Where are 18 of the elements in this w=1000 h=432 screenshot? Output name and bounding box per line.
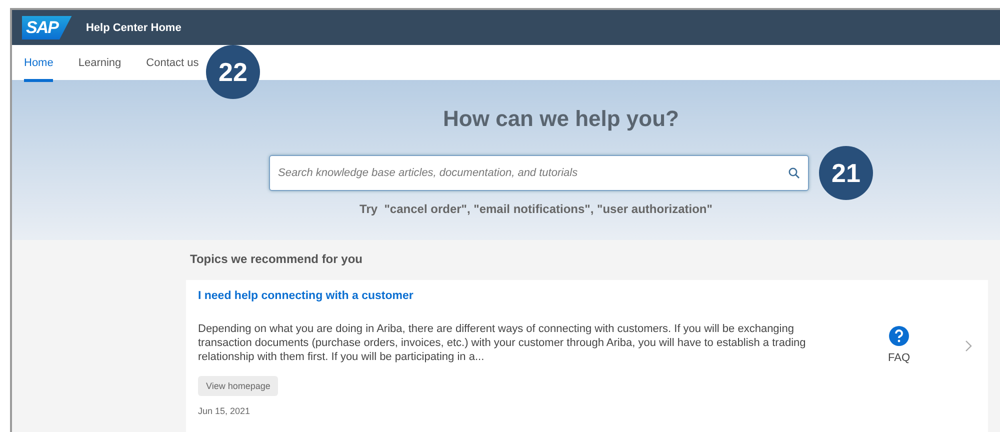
callout-badge: 22 [206, 45, 260, 99]
hero-heading: How can we help you? [443, 106, 679, 132]
card-description: Depending on what you are doing in Ariba, there are different ways of connecting with customers. If you will be exchanging transaction documents (purchase orders, invoices, etc.) with your customer through Ariba, you will have to establish a trading relationship with them first. If you will be participating in a... [198, 322, 807, 364]
question-icon [889, 326, 909, 346]
search-suggestions: Try "cancel order", "email notifications", "user authorization" [360, 202, 712, 216]
section-title: Topics we recommend for you [189, 252, 364, 268]
nav-tab[interactable]: Learning [78, 46, 122, 82]
faq-label: FAQ [888, 352, 910, 364]
card-title-link[interactable]: I need help connecting with a customer [198, 290, 818, 302]
search-icon[interactable] [788, 167, 800, 179]
topic-card[interactable] [186, 280, 988, 432]
search-field[interactable]: Search knowledge base articles, documentation, and tutorials [269, 155, 809, 191]
sap-logo[interactable]: SAP [22, 16, 72, 40]
app-title: Help Center Home [86, 22, 182, 34]
card-date: Jun 15, 2021 [198, 406, 252, 416]
nav-tab[interactable]: Contact us [146, 46, 199, 82]
view-homepage-button[interactable]: View homepage [198, 376, 278, 396]
callout-badge: 21 [819, 146, 873, 200]
